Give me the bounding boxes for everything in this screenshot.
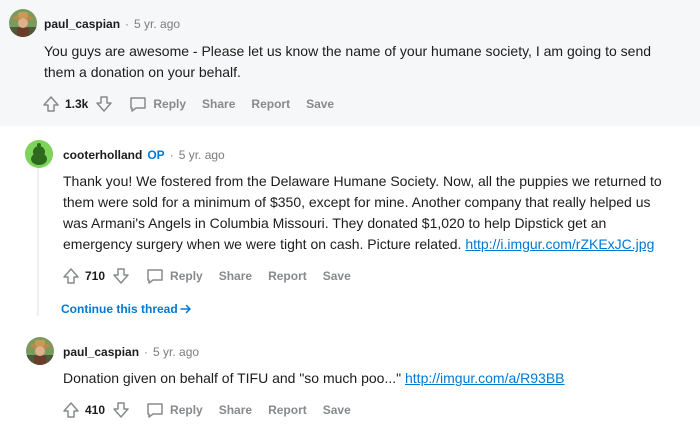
- comment-body: Thank you! We fostered from the Delaware…: [63, 171, 662, 255]
- reply-label: Reply: [170, 403, 203, 417]
- reply-button[interactable]: Reply: [145, 400, 203, 420]
- separator: ·: [144, 345, 149, 359]
- default-avatar-icon[interactable]: [25, 140, 53, 168]
- separator: ·: [169, 148, 174, 162]
- avatar-photo-icon[interactable]: [26, 337, 54, 365]
- comment-line: them a donation on your behalf.: [44, 64, 241, 80]
- comment-actions: 410 Reply Share Report Save: [61, 398, 351, 422]
- save-button[interactable]: Save: [306, 97, 334, 111]
- comment-bubble-icon: [130, 97, 147, 112]
- arrow-right-icon: [179, 304, 191, 314]
- vote-score: 710: [85, 269, 106, 283]
- upvote-icon[interactable]: [41, 94, 61, 114]
- username[interactable]: paul_caspian: [63, 345, 139, 359]
- comment-header: paul_caspian · 5 yr. ago: [63, 345, 199, 359]
- vote-score: 1.3k: [65, 97, 89, 111]
- comment-line: You guys are awesome - Please let us kno…: [44, 43, 652, 59]
- comment-line: Thank you! We fostered from the Delaware…: [63, 173, 662, 189]
- comment-line: Donation given on behalf of TIFU and "so…: [63, 370, 405, 386]
- comment-bubble-icon: [147, 269, 163, 284]
- comment-header: paul_caspian · 5 yr. ago: [44, 17, 180, 31]
- avatar-photo-icon[interactable]: [9, 9, 37, 37]
- username[interactable]: paul_caspian: [44, 17, 120, 31]
- continue-thread-label: Continue this thread: [61, 302, 178, 316]
- comment-body: You guys are awesome - Please let us kno…: [44, 41, 651, 83]
- save-button[interactable]: Save: [323, 269, 351, 283]
- username[interactable]: cooterholland: [63, 148, 142, 162]
- timestamp[interactable]: 5 yr. ago: [179, 148, 225, 162]
- op-badge: OP: [147, 148, 165, 162]
- upvote-icon[interactable]: [61, 400, 81, 420]
- timestamp[interactable]: 5 yr. ago: [134, 17, 180, 31]
- reply-button[interactable]: Reply: [145, 266, 203, 286]
- comment-actions: 1.3k Reply Share Report Save: [41, 92, 334, 116]
- reply-label: Reply: [153, 97, 187, 111]
- comment-bubble-icon: [147, 403, 163, 418]
- report-button[interactable]: Report: [268, 403, 307, 417]
- report-button[interactable]: Report: [268, 269, 307, 283]
- comment-line: them were sold for a minimum of $350, ex…: [63, 194, 651, 210]
- comment-line: emergency surgery when we were tight on …: [63, 236, 466, 252]
- share-button[interactable]: Share: [219, 403, 252, 417]
- share-button[interactable]: Share: [202, 97, 235, 111]
- report-button[interactable]: Report: [251, 97, 290, 111]
- downvote-icon[interactable]: [94, 94, 114, 114]
- comment-body: Donation given on behalf of TIFU and "so…: [63, 368, 565, 389]
- reply-label: Reply: [170, 269, 203, 283]
- vote-score: 410: [85, 403, 106, 417]
- album-link[interactable]: http://imgur.com/a/R93BB: [405, 370, 565, 386]
- comment-actions: 710 Reply Share Report Save: [61, 264, 351, 288]
- continue-thread-link[interactable]: Continue this thread: [61, 302, 192, 316]
- image-link[interactable]: http://i.imgur.com/rZKExJC.jpg: [465, 236, 654, 252]
- comment-header: cooterholland OP · 5 yr. ago: [63, 148, 225, 162]
- timestamp[interactable]: 5 yr. ago: [153, 345, 199, 359]
- share-button[interactable]: Share: [219, 269, 252, 283]
- reply-button[interactable]: Reply: [128, 94, 186, 114]
- comment-line: was Armani's Angels in Columbia Missouri…: [63, 215, 607, 231]
- downvote-icon[interactable]: [111, 266, 131, 286]
- upvote-icon[interactable]: [61, 266, 81, 286]
- save-button[interactable]: Save: [323, 403, 351, 417]
- downvote-icon[interactable]: [111, 400, 131, 420]
- separator: ·: [125, 17, 130, 31]
